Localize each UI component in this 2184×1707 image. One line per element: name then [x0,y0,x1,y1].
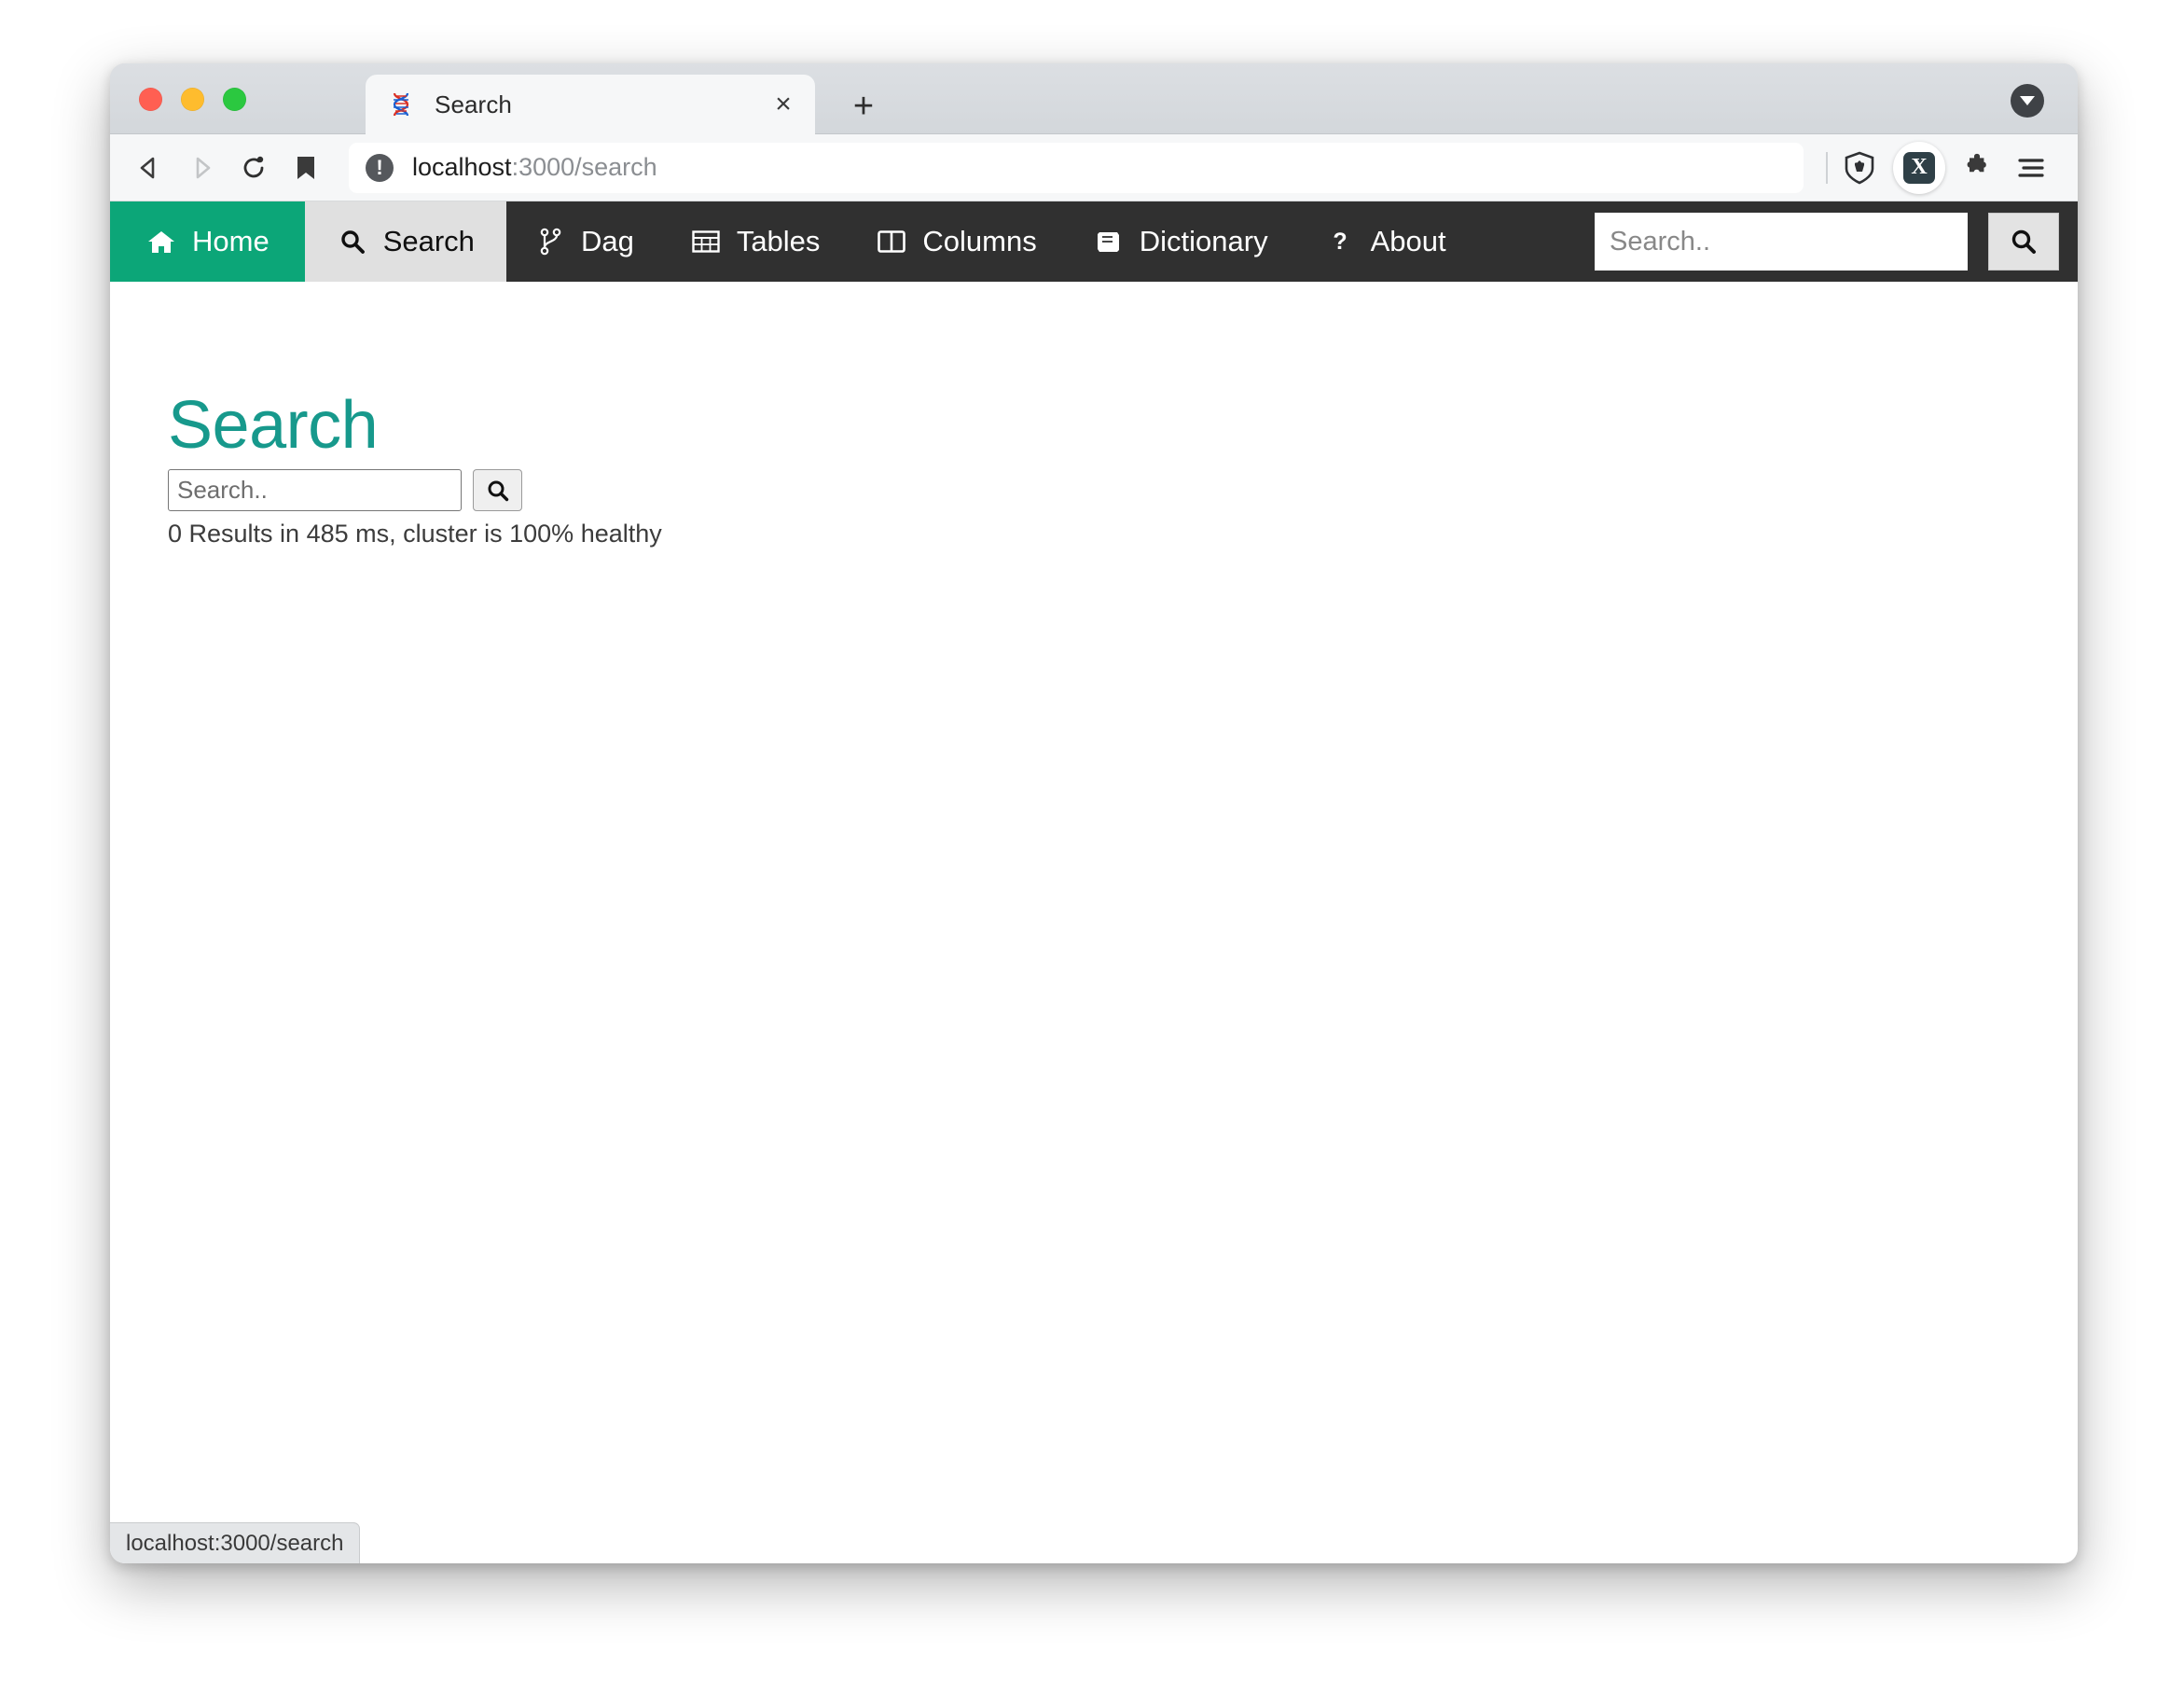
navbar-search-input[interactable] [1595,213,1968,271]
browser-window: Search × + ! localhost:3000/search X Hom… [110,63,2078,1563]
browser-toolbar: ! localhost:3000/search X [110,134,2078,201]
brave-shield-icon[interactable] [1833,142,1886,194]
browser-tab-title: Search [435,90,512,118]
search-input[interactable] [168,469,462,512]
nav-item-dag[interactable]: Dag [506,201,662,282]
nav-item-tables-label: Tables [736,225,821,257]
home-icon [145,229,177,255]
new-tab-button[interactable]: + [843,86,884,127]
extension-x-badge[interactable]: X [1893,141,1945,194]
nav-item-columns-label: Columns [922,225,1037,257]
nav-item-columns[interactable]: Columns [848,201,1064,282]
app-navbar: Home Search Dag Tables Columns Dictionar… [110,201,2078,282]
close-tab-button[interactable]: × [763,84,804,125]
forward-arrow-icon [175,142,228,194]
zoom-window-button[interactable] [223,88,246,111]
reload-icon[interactable] [228,142,280,194]
url-host: localhost [412,153,512,181]
svg-text:?: ? [1333,229,1347,255]
extension-x-label: X [1903,151,1935,184]
window-controls [139,88,246,111]
nav-item-search[interactable]: Search [304,201,506,282]
link-status-bar: localhost:3000/search [110,1522,361,1563]
chevron-down-icon[interactable] [2011,84,2044,118]
puzzle-piece-icon[interactable] [1951,142,2003,194]
question-icon: ? [1324,229,1356,255]
page-viewport: Home Search Dag Tables Columns Dictionar… [110,201,2078,1563]
nav-item-dictionary[interactable]: Dictionary [1065,201,1296,282]
navbar-search-button[interactable] [1988,213,2059,271]
nav-item-search-label: Search [382,225,475,257]
results-status: 0 Results in 485 ms, cluster is 100% hea… [168,520,662,548]
table-icon [690,229,722,254]
dna-helix-icon [388,91,414,118]
nav-item-home-label: Home [192,225,270,257]
desktop-background: Search × + ! localhost:3000/search X Hom… [0,0,2184,1707]
url-path: :3000/search [511,153,657,181]
url-text: localhost:3000/search [412,153,657,182]
browser-tab-strip: Search × + [110,63,2078,134]
toolbar-divider [1826,151,1828,184]
hamburger-menu-icon[interactable] [2005,142,2057,194]
columns-icon [876,229,907,254]
nav-item-about-label: About [1370,225,1446,257]
page-title: Search [168,388,379,463]
book-icon [1093,229,1125,254]
bookmark-icon[interactable] [280,142,332,194]
browser-tab[interactable]: Search × [366,75,815,134]
nav-item-about[interactable]: ? About [1296,201,1474,282]
back-arrow-icon[interactable] [123,142,175,194]
code-branch-icon [534,228,566,256]
search-icon [337,229,368,255]
close-window-button[interactable] [139,88,162,111]
nav-item-dictionary-label: Dictionary [1139,225,1268,257]
address-bar[interactable]: ! localhost:3000/search [349,142,1804,193]
nav-item-tables[interactable]: Tables [662,201,849,282]
navbar-search-group [1595,201,2078,282]
info-icon[interactable]: ! [366,153,394,182]
minimize-window-button[interactable] [181,88,204,111]
nav-item-home[interactable]: Home [110,201,305,282]
page-search-group [168,469,2078,512]
main-content: Search 0 Results in 485 ms, cluster is 1… [110,282,2078,548]
search-submit-button[interactable] [473,469,522,512]
nav-item-dag-label: Dag [580,225,634,257]
